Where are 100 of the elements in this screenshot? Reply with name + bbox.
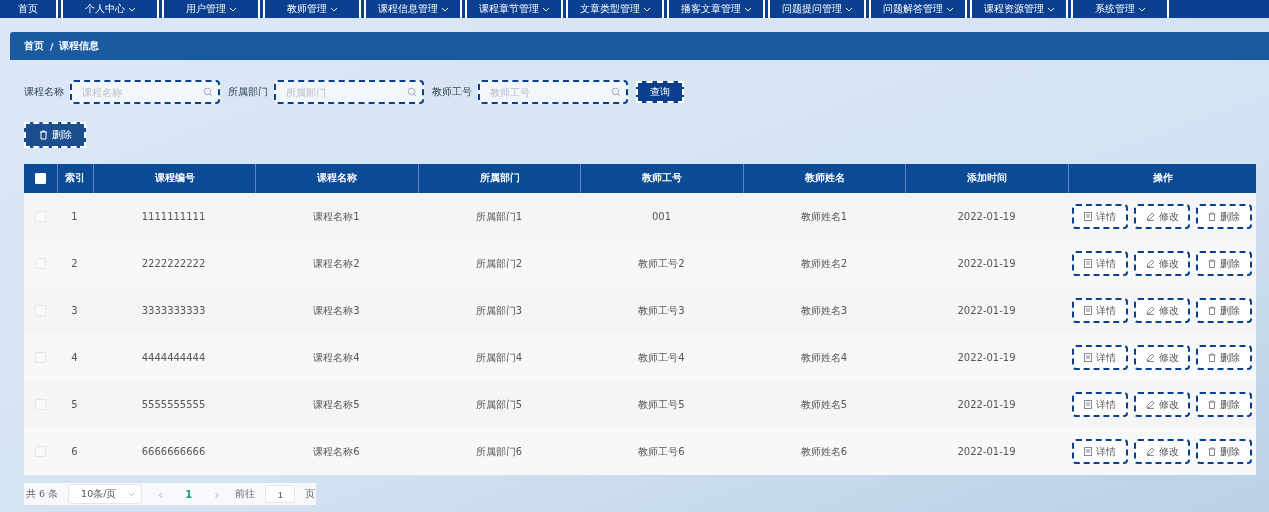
table-cell: 001 [651,211,672,222]
edit-button[interactable]: 修改 [1134,298,1190,323]
caret-icon [440,6,449,12]
page-size-select[interactable]: 10条/页 [68,484,143,504]
table-cell: 2022-01-19 [957,399,1016,410]
nav-menu-item[interactable]: 播客文章管理 [667,0,765,18]
trash-icon [38,130,48,140]
trash-icon [1208,400,1216,409]
caret-icon [1046,6,1055,12]
table-cell: 5 [71,399,78,410]
search-icon [203,87,213,97]
delete-button[interactable]: 删除 [24,122,86,148]
table-cell: 教师工号6 [638,444,685,459]
table-cell: 4444444444 [141,352,206,363]
table-cell: 教师工号4 [638,350,685,365]
edit-button[interactable]: 修改 [1134,345,1190,370]
table-cell: 教师姓名5 [800,397,848,412]
detail-button[interactable]: 详情 [1072,345,1128,370]
breadcrumb-item: 课程信息 [59,39,100,53]
edit-button[interactable]: 修改 [1134,439,1190,464]
caret-icon [329,6,338,12]
document-icon [1084,353,1092,362]
table-cell: 课程名称5 [313,397,360,412]
caret-icon [642,6,651,12]
delete-button[interactable]: 删除 [1196,204,1252,229]
pencil-icon [1145,353,1155,362]
pencil-icon [1145,212,1155,221]
nav-menu-item[interactable]: 问题提问管理 [768,0,866,18]
detail-button[interactable]: 详情 [1072,204,1128,229]
table-cell: 课程名称6 [313,444,360,459]
table-cell: 2222222222 [141,258,206,269]
pencil-icon [1145,306,1155,315]
table-cell: 6 [71,446,78,457]
caret-icon [541,6,550,12]
goto-label: 前往 [235,487,256,501]
document-icon [1084,447,1092,456]
detail-button[interactable]: 详情 [1072,251,1128,276]
field-label: 教师工号 [432,85,472,99]
caret-icon [844,6,853,12]
nav-menu-item[interactable]: 课程资源管理 [970,0,1068,18]
pencil-icon [1145,447,1155,456]
trash-icon [1208,353,1216,362]
caret-icon [128,491,136,497]
table-cell: 3333333333 [141,305,206,316]
delete-button[interactable]: 删除 [1196,298,1252,323]
nav-menu-item[interactable]: 个人中心 [61,0,159,18]
nav-menu-item[interactable]: 课程信息管理 [364,0,462,18]
table-cell: 2 [71,258,78,269]
table-cell: 1 [71,211,78,222]
detail-button[interactable]: 详情 [1072,439,1128,464]
edit-button[interactable]: 修改 [1134,392,1190,417]
table-cell: 5555555555 [141,399,206,410]
field-label: 课程名称 [24,85,64,99]
search-button[interactable]: 查询 [636,81,684,103]
table-cell: 教师姓名3 [800,303,848,318]
document-icon [1084,212,1092,221]
table-cell: 所属部门6 [475,444,523,459]
caret-icon [1137,6,1146,12]
nav-menu-item[interactable]: 首页 [0,0,58,18]
document-icon [1084,259,1092,268]
nav-menu-item[interactable]: 教师管理 [263,0,361,18]
table-cell: 课程名称1 [313,209,360,224]
delete-button[interactable]: 删除 [1196,439,1252,464]
nav-menu-item[interactable]: 系统管理 [1071,0,1169,18]
table-cell: 教师姓名4 [800,350,848,365]
edit-button[interactable]: 修改 [1134,251,1190,276]
field-label: 所属部门 [228,85,268,99]
nav-menu-item[interactable]: 课程章节管理 [465,0,563,18]
table-cell: 2022-01-19 [957,258,1016,269]
detail-button[interactable]: 详情 [1072,392,1128,417]
delete-button[interactable]: 删除 [1196,345,1252,370]
table-cell: 教师工号5 [638,397,685,412]
table-cell: 教师工号3 [638,303,685,318]
breadcrumb-item[interactable]: 首页 [24,39,44,53]
table-cell: 所属部门1 [475,209,523,224]
table-cell: 课程名称3 [313,303,360,318]
pencil-icon [1145,259,1155,268]
total-count: 共 6 条 [26,487,59,501]
trash-icon [1208,212,1216,221]
nav-menu-item[interactable]: 问题解答管理 [869,0,967,18]
nav-menu-item[interactable]: 用户管理 [162,0,260,18]
delete-button[interactable]: 删除 [1196,251,1252,276]
table-cell: 1111111111 [141,211,206,222]
table-cell: 教师姓名1 [800,209,848,224]
caret-icon [945,6,954,12]
delete-button[interactable]: 删除 [1196,392,1252,417]
trash-icon [1208,447,1216,456]
edit-button[interactable]: 修改 [1134,204,1190,229]
breadcrumb-separator: / [50,40,54,52]
table-cell: 3 [71,305,78,316]
search-icon [407,87,417,97]
table-cell: 4 [71,352,78,363]
detail-button[interactable]: 详情 [1072,298,1128,323]
select-all-checkbox[interactable] [34,173,46,184]
nav-menu-item[interactable]: 文章类型管理 [566,0,664,18]
document-icon [1084,306,1092,315]
search-icon [611,87,621,97]
page-input[interactable]: 1 [265,485,296,503]
caret-icon [228,6,237,12]
pencil-icon [1145,400,1155,409]
